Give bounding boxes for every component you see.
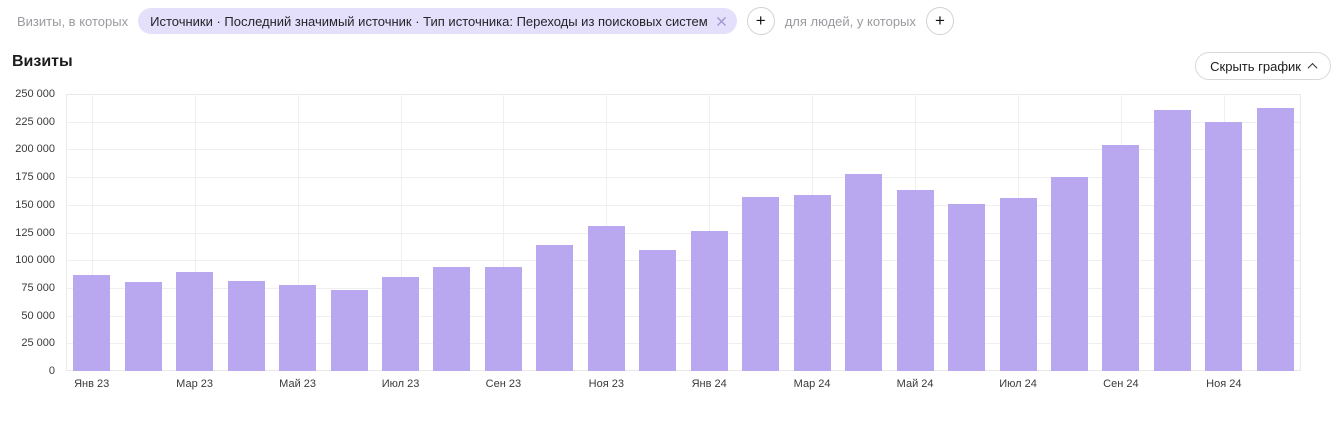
bar[interactable] bbox=[382, 277, 419, 371]
bar[interactable] bbox=[1153, 110, 1191, 371]
horizontal-gridline bbox=[67, 121, 1300, 123]
bar[interactable] bbox=[1256, 108, 1294, 371]
bar[interactable] bbox=[999, 198, 1037, 371]
x-axis-tick-label: Мар 24 bbox=[793, 378, 831, 390]
x-axis-tick-label: Май 23 bbox=[279, 378, 317, 390]
x-axis-tick-label: Янв 24 bbox=[691, 378, 727, 390]
y-axis-tick-label: 0 bbox=[48, 365, 55, 377]
x-axis-tick-label: Янв 23 bbox=[74, 378, 110, 390]
bar[interactable] bbox=[690, 231, 728, 371]
y-axis-tick-label: 75 000 bbox=[21, 281, 55, 294]
bar[interactable] bbox=[176, 272, 214, 371]
bar[interactable] bbox=[484, 267, 522, 371]
y-axis-tick-label: 175 000 bbox=[15, 171, 55, 184]
x-axis-tick-label: Ноя 24 bbox=[1206, 378, 1242, 390]
bar[interactable] bbox=[639, 250, 677, 371]
bar[interactable] bbox=[1050, 177, 1088, 371]
y-axis-tick-label: 25 000 bbox=[21, 337, 55, 350]
bar[interactable] bbox=[124, 282, 162, 371]
bar[interactable] bbox=[279, 285, 317, 371]
bar[interactable] bbox=[73, 275, 111, 371]
bar[interactable] bbox=[896, 190, 934, 371]
bar[interactable] bbox=[1102, 145, 1140, 371]
y-axis-tick-label: 225 000 bbox=[15, 115, 55, 128]
bar[interactable] bbox=[587, 226, 625, 371]
bar[interactable] bbox=[330, 290, 368, 371]
y-axis-tick-label: 250 000 bbox=[15, 88, 55, 100]
bar[interactable] bbox=[1205, 122, 1243, 371]
bar[interactable] bbox=[433, 267, 471, 371]
x-axis-tick-label: Май 24 bbox=[896, 378, 934, 390]
bar[interactable] bbox=[845, 174, 883, 371]
bar[interactable] bbox=[742, 197, 780, 371]
x-axis-tick-label: Июл 24 bbox=[999, 378, 1037, 390]
bar[interactable] bbox=[227, 281, 265, 371]
bar[interactable] bbox=[948, 204, 985, 371]
bar[interactable] bbox=[536, 245, 574, 371]
visits-bar-chart: 0 25 000 50 000 75 000 100 000 125 000 150 000… bbox=[0, 0, 1340, 426]
y-axis-tick-label: 200 000 bbox=[15, 143, 55, 156]
x-axis-tick-label: Сен 24 bbox=[1103, 378, 1139, 390]
y-axis-tick-label: 100 000 bbox=[15, 254, 55, 267]
x-axis-tick-label: Сен 23 bbox=[485, 378, 522, 390]
metrika-visits-widget: Визиты, в которых Источники · Последний … bbox=[0, 0, 1340, 426]
x-axis-tick-label: Ноя 23 bbox=[588, 378, 624, 390]
bar[interactable] bbox=[793, 195, 831, 371]
x-axis-tick-label: Мар 23 bbox=[176, 378, 214, 390]
y-axis-tick-label: 125 000 bbox=[15, 226, 55, 239]
x-axis-tick-label: Июл 23 bbox=[381, 378, 420, 390]
y-axis-tick-label: 50 000 bbox=[21, 309, 55, 322]
y-axis-tick-label: 150 000 bbox=[15, 198, 55, 211]
